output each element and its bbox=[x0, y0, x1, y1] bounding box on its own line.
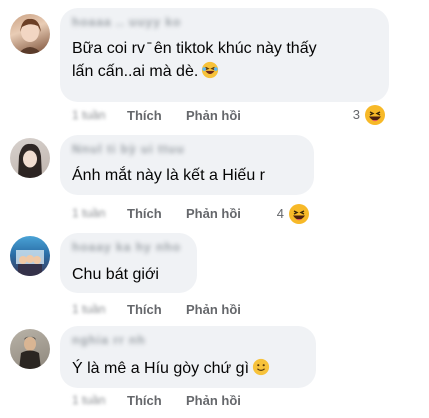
reaction-count: 4 bbox=[276, 206, 284, 221]
comment-text: Chu bát giới bbox=[72, 266, 159, 283]
comment-actions: 1 tuần Thích Phản hồi bbox=[72, 302, 372, 318]
comment-text: Bữa coi rv ̄ ên tiktok khúc này thấy lấn… bbox=[72, 40, 317, 80]
avatar[interactable] bbox=[10, 14, 50, 54]
commenter-name[interactable]: hoaaa .. uuyy ko bbox=[72, 15, 181, 29]
commenter-name[interactable]: hoaay ka hy nho bbox=[72, 240, 181, 254]
reply-button[interactable]: Phản hồi bbox=[186, 206, 241, 221]
comment-bubble: nghia rr nh Ý là mê a Híu gòy chứ gì bbox=[60, 326, 316, 388]
reaction-summary[interactable]: 4 bbox=[270, 203, 310, 225]
like-button[interactable]: Thích bbox=[127, 108, 162, 123]
comment-item: nghia rr nh Ý là mê a Híu gòy chứ gì 1 t… bbox=[0, 320, 429, 418]
reply-button[interactable]: Phản hồi bbox=[186, 108, 241, 123]
smile-emoji-icon bbox=[252, 358, 270, 376]
commenter-name[interactable]: Nnul ti bỳ ui ttuu bbox=[72, 142, 185, 156]
reply-button[interactable]: Phản hồi bbox=[186, 302, 241, 317]
comment-item: hoaaa .. uuyy ko Bữa coi rv ̄ ên tiktok … bbox=[0, 0, 429, 128]
comment-bubble: Nnul ti bỳ ui ttuu Ánh mắt này là kết a … bbox=[60, 135, 314, 195]
avatar-photo bbox=[18, 143, 42, 178]
haha-reaction-icon bbox=[365, 105, 385, 125]
reply-button[interactable]: Phản hồi bbox=[186, 393, 241, 408]
reaction-summary[interactable]: 3 bbox=[346, 104, 386, 126]
comment-actions: 1 tuần Thích Phản hồi bbox=[72, 206, 372, 222]
avatar-photo bbox=[16, 250, 44, 276]
comment-time[interactable]: 1 tuần bbox=[72, 393, 105, 407]
comment-item: hoaay ka hy nho Chu bát giới 1 tuần Thíc… bbox=[0, 224, 429, 320]
avatar-photo bbox=[19, 336, 41, 369]
comment-text: Ý là mê a Híu gòy chứ gì bbox=[72, 357, 270, 380]
reaction-count: 3 bbox=[352, 107, 360, 122]
like-button[interactable]: Thích bbox=[127, 393, 162, 408]
like-button[interactable]: Thích bbox=[127, 302, 162, 317]
comment-text: Ánh mắt này là kết a Hiếu r bbox=[72, 167, 265, 184]
comment-bubble: hoaay ka hy nho Chu bát giới bbox=[60, 233, 197, 293]
comment-bubble: hoaaa .. uuyy ko Bữa coi rv ̄ ên tiktok … bbox=[60, 8, 389, 102]
haha-reaction-icon bbox=[289, 204, 309, 224]
avatar-photo bbox=[18, 18, 42, 54]
comment-time[interactable]: 1 tuần bbox=[72, 206, 105, 220]
comment-actions: 1 tuần Thích Phản hồi bbox=[72, 108, 372, 124]
comment-item: Nnul ti bỳ ui ttuu Ánh mắt này là kết a … bbox=[0, 128, 429, 224]
avatar[interactable] bbox=[10, 236, 50, 276]
laughing-emoji-icon bbox=[202, 61, 219, 79]
comment-time[interactable]: 1 tuần bbox=[72, 108, 105, 122]
comment-time[interactable]: 1 tuần bbox=[72, 302, 105, 316]
commenter-name[interactable]: nghia rr nh bbox=[72, 333, 146, 347]
avatar[interactable] bbox=[10, 138, 50, 178]
comment-actions: 1 tuần Thích Phản hồi bbox=[72, 393, 372, 409]
like-button[interactable]: Thích bbox=[127, 206, 162, 221]
avatar[interactable] bbox=[10, 329, 50, 369]
